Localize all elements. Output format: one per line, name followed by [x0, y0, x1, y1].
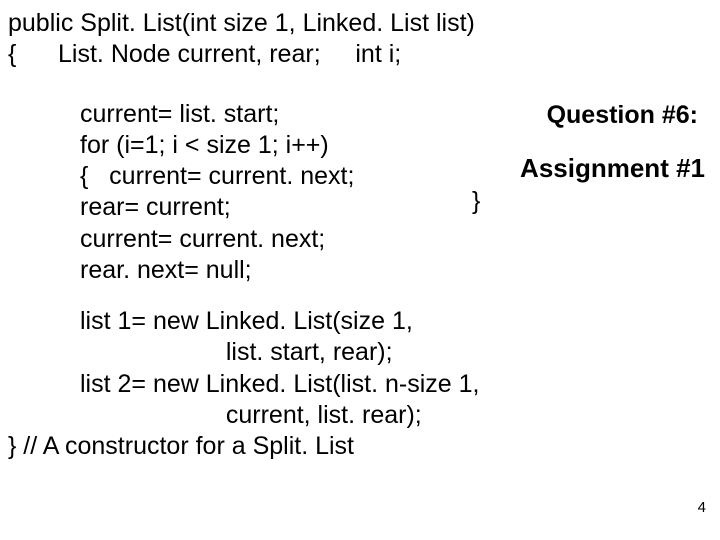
code-line-6: rear= current;: [80, 193, 231, 221]
code-line-8: rear. next= null;: [80, 256, 252, 284]
code-top: public Split. List(int size 1, Linked. L…: [8, 8, 712, 71]
question-label: Question #6:: [547, 100, 698, 131]
code-line-11: list 2= new Linked. List(list. n-size 1,: [80, 370, 479, 398]
code-line-4: for (i=1; i < size 1; i++): [80, 131, 329, 159]
code-line-7: current= current. next;: [80, 225, 325, 253]
code-line-3: current= list. start;: [80, 100, 279, 128]
closing-brace: }: [472, 186, 480, 217]
page-number: 4: [698, 499, 706, 518]
code-body-2: list 1= new Linked. List(size 1, list. s…: [80, 306, 712, 431]
code-line-2: { List. Node current, rear; int i;: [8, 40, 401, 68]
code-close: } // A constructor for a Split. List: [8, 431, 712, 462]
slide: public Split. List(int size 1, Linked. L…: [0, 0, 720, 540]
code-line-9: list 1= new Linked. List(size 1,: [80, 307, 413, 335]
code-line-1: public Split. List(int size 1, Linked. L…: [8, 9, 475, 37]
code-line-10: list. start, rear);: [80, 338, 393, 366]
code-line-12: current, list. rear);: [80, 401, 422, 429]
code-line-5: { current= current. next;: [80, 162, 354, 190]
code-line-13: } // A constructor for a Split. List: [8, 432, 354, 460]
assignment-label: Assignment #1: [520, 152, 705, 185]
